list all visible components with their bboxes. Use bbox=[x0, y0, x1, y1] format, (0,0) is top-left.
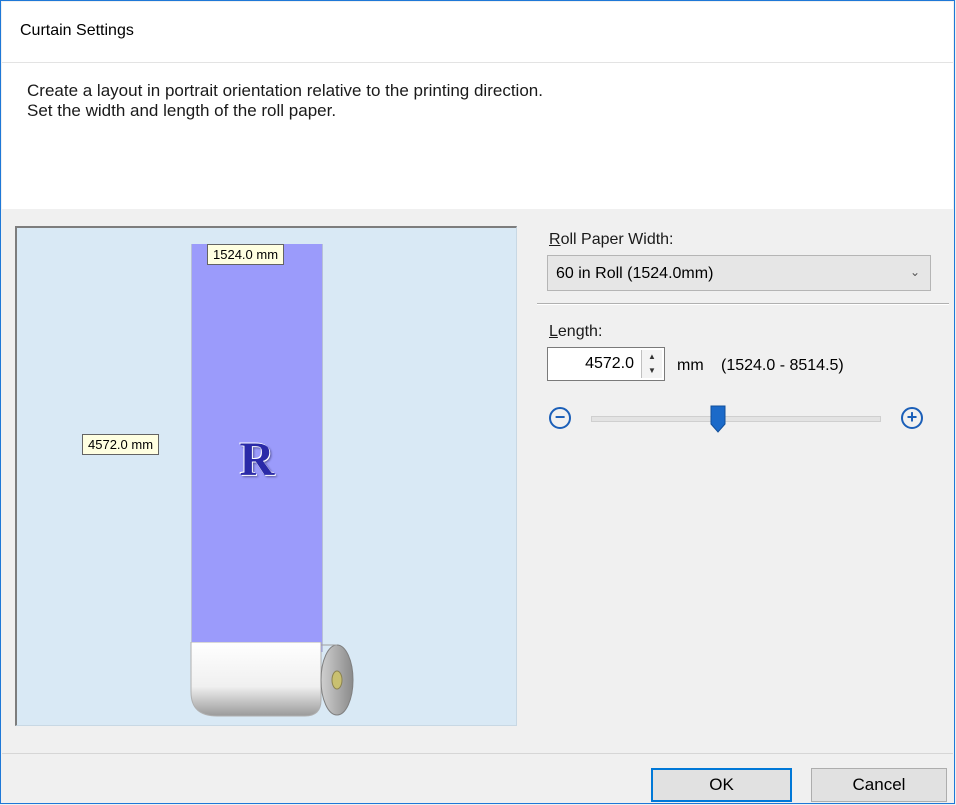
instruction-line-1: Create a layout in portrait orientation … bbox=[27, 81, 543, 100]
accelerator-key: L bbox=[549, 323, 558, 340]
length-slider[interactable]: − + bbox=[547, 397, 927, 437]
label-text: oll Paper Width: bbox=[560, 231, 674, 248]
paper-roll-icon bbox=[190, 642, 354, 717]
chevron-down-icon: ⌄ bbox=[909, 265, 920, 279]
footer-separator bbox=[2, 753, 953, 754]
zoom-out-minus-icon[interactable]: − bbox=[549, 407, 571, 429]
length-unit: mm bbox=[677, 357, 704, 374]
zoom-in-plus-icon[interactable]: + bbox=[901, 407, 923, 429]
length-dimension-label: 4572.0 mm bbox=[82, 434, 160, 455]
roll-paper-width-dropdown[interactable]: 60 in Roll (1524.0mm) ⌄ bbox=[547, 255, 931, 291]
spin-down-button[interactable]: ▼ bbox=[642, 364, 662, 378]
width-dimension-label: 1524.0 mm bbox=[207, 244, 285, 265]
instruction-line-2: Set the width and length of the roll pap… bbox=[27, 101, 337, 120]
length-spinbox[interactable]: 4572.0 ▲ ▼ bbox=[547, 347, 665, 381]
curtain-settings-dialog: Curtain Settings Create a layout in port… bbox=[0, 0, 955, 804]
length-range: (1524.0 - 8514.5) bbox=[721, 357, 844, 374]
length-input[interactable]: 4572.0 bbox=[585, 355, 634, 373]
spin-buttons: ▲ ▼ bbox=[641, 350, 662, 378]
orientation-letter: R bbox=[239, 433, 275, 486]
paper-preview: R bbox=[191, 244, 323, 652]
slider-thumb[interactable] bbox=[710, 405, 726, 433]
length-label: Length: bbox=[549, 323, 602, 341]
settings-panel: Roll Paper Width: 60 in Roll (1524.0mm) … bbox=[531, 211, 951, 751]
ok-button[interactable]: OK bbox=[651, 768, 792, 802]
instructions-area: Create a layout in portrait orientation … bbox=[2, 62, 953, 209]
slider-track[interactable] bbox=[591, 416, 881, 422]
roll-paper-width-label: Roll Paper Width: bbox=[549, 231, 674, 249]
dropdown-selected-value: 60 in Roll (1524.0mm) bbox=[556, 265, 714, 282]
separator bbox=[537, 303, 949, 305]
dialog-title: Curtain Settings bbox=[20, 22, 134, 39]
cancel-button[interactable]: Cancel bbox=[811, 768, 947, 802]
layout-preview: R 1524.0 mm 4572.0 mm bbox=[15, 226, 517, 726]
title-bar: Curtain Settings bbox=[2, 2, 953, 62]
spin-up-button[interactable]: ▲ bbox=[642, 350, 662, 365]
accelerator-key: R bbox=[549, 231, 561, 248]
label-text: ength: bbox=[557, 323, 603, 340]
